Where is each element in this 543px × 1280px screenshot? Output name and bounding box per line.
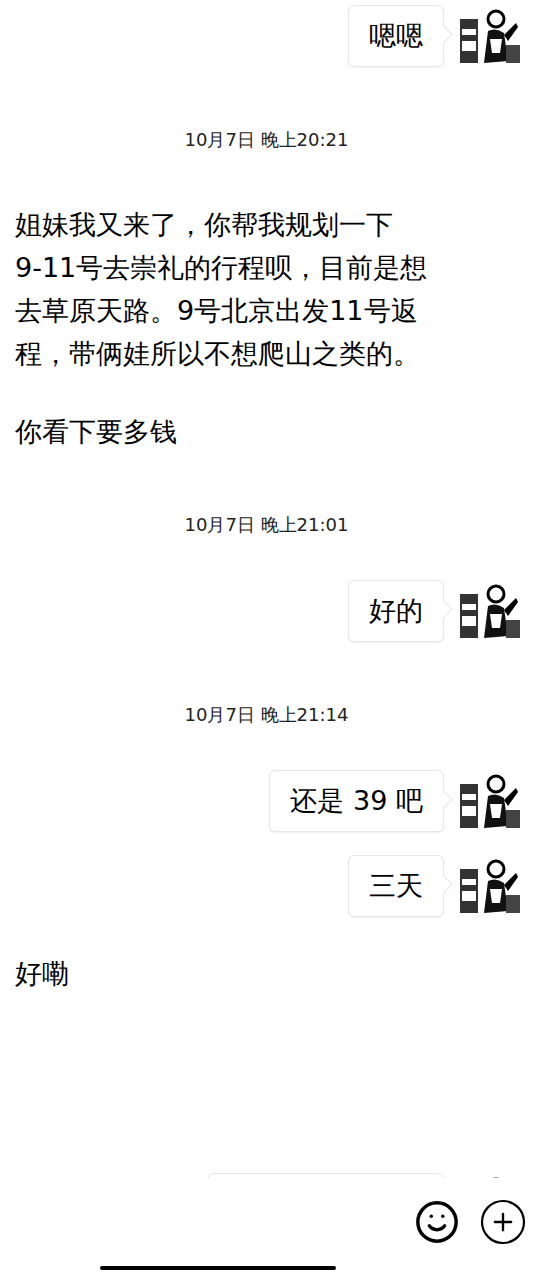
- avatar-figure-icon: [458, 770, 522, 834]
- message-line: 程，带俩娃所以不想爬山之类的。: [15, 332, 543, 375]
- message-paragraph: 你看下要多钱: [15, 410, 543, 453]
- message-line: 9-11号去崇礼的行程呗，目前是想: [15, 246, 543, 289]
- home-indicator-area: [0, 1266, 543, 1280]
- emoji-button[interactable]: [413, 1198, 461, 1246]
- message-line: 姐妹我又来了，你帮我规划一下: [15, 203, 543, 246]
- more-button[interactable]: [479, 1198, 527, 1246]
- message-bubble[interactable]: 三天: [348, 855, 444, 917]
- message-bubble[interactable]: [208, 1173, 444, 1178]
- timestamp: 10月7日 晚上20:21: [0, 128, 543, 152]
- avatar-figure-icon: [458, 855, 522, 919]
- message-line: 你看下要多钱: [15, 410, 543, 453]
- message-list: 嗯嗯 10月7日 晚上20:21 姐妹我又来了，你帮我规划一下9-11号去崇礼的行程…: [0, 0, 543, 1178]
- chat-screen: 嗯嗯 10月7日 晚上20:21 姐妹我又来了，你帮我规划一下9-11号去崇礼的行程…: [0, 0, 543, 1280]
- avatar[interactable]: [458, 770, 522, 834]
- message-bubble[interactable]: 好的: [348, 580, 444, 642]
- avatar[interactable]: [458, 5, 522, 69]
- message-bubble[interactable]: 嗯嗯: [348, 5, 444, 67]
- outgoing-row: 嗯嗯: [0, 5, 543, 69]
- incoming-message[interactable]: 姐妹我又来了，你帮我规划一下9-11号去崇礼的行程呗，目前是想去草原天路。9号北…: [0, 203, 543, 453]
- incoming-message[interactable]: 好嘞: [0, 952, 543, 995]
- timestamp: 10月7日 晚上21:14: [0, 703, 543, 727]
- message-paragraph: 姐妹我又来了，你帮我规划一下9-11号去崇礼的行程呗，目前是想去草原天路。9号北…: [15, 203, 543, 375]
- outgoing-row: 三天: [0, 855, 543, 919]
- avatar[interactable]: [458, 580, 522, 644]
- plus-sign-icon: [489, 1208, 517, 1236]
- message-bubble[interactable]: 还是 39 吧: [269, 770, 444, 832]
- avatar[interactable]: [458, 855, 522, 919]
- home-indicator[interactable]: [100, 1266, 336, 1270]
- message-line: 去草原天路。9号北京出发11号返: [15, 289, 543, 332]
- message-line: 好嘞: [15, 952, 543, 995]
- message-paragraph: 好嘞: [15, 952, 543, 995]
- avatar-figure-icon: [458, 5, 522, 69]
- outgoing-row: 好的: [0, 580, 543, 644]
- timestamp: 10月7日 晚上21:01: [0, 513, 543, 537]
- avatar-figure-icon: [458, 580, 522, 644]
- smile-icon: [414, 1199, 460, 1245]
- composer-bar: [0, 1178, 543, 1266]
- outgoing-row: 还是 39 吧: [0, 770, 543, 834]
